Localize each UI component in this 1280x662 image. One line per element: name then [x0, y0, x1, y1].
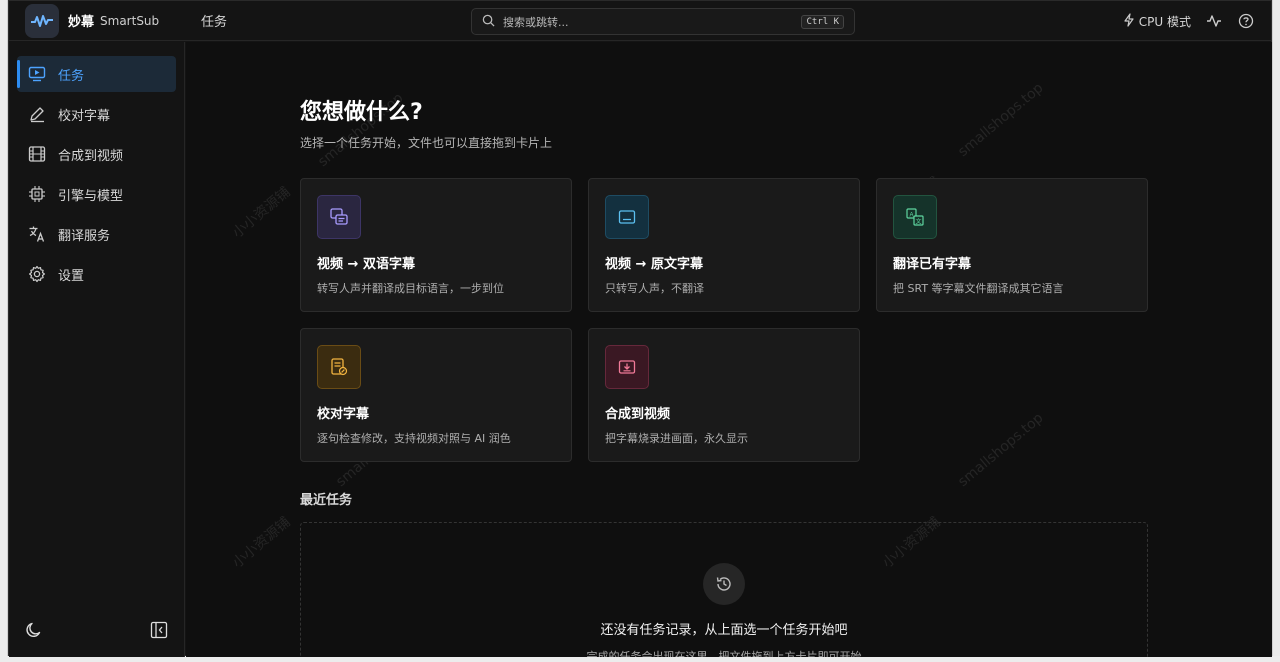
main-content: smallshops.top 小小资源铺 smallshops.top 小小资源…: [186, 42, 1272, 657]
sidebar-item-tasks[interactable]: 任务: [17, 56, 176, 92]
collapse-sidebar-icon[interactable]: [150, 621, 168, 639]
sidebar-item-label: 翻译服务: [58, 228, 111, 244]
empty-state-description: 完成的任务会出现在这里，把文件拖到上方卡片即可开始: [586, 650, 862, 657]
task-cards: 视频 → 双语字幕 转写人声并翻译成目标语言，一步到位 视频 → 原文字幕 只转…: [300, 178, 1148, 462]
monitor-icon: [27, 64, 47, 84]
card-title: 翻译已有字幕: [893, 257, 972, 272]
search-icon: [482, 12, 495, 31]
card-description: 只转写人声，不翻译: [605, 282, 704, 295]
card-title: 视频 → 原文字幕: [605, 257, 703, 272]
mode-button[interactable]: CPU 模式: [1123, 12, 1191, 30]
card-title: 视频 → 双语字幕: [317, 257, 415, 272]
sidebar-item-proofread[interactable]: 校对字幕: [17, 96, 176, 132]
top-bar: 妙幕 SmartSub 任务 搜索或跳转... Ctrl K CPU 模式: [9, 1, 1271, 41]
burn-icon: [605, 345, 649, 389]
empty-state-title: 还没有任务记录，从上面选一个任务开始吧: [600, 623, 848, 638]
card-description: 转写人声并翻译成目标语言，一步到位: [317, 282, 504, 295]
search-input[interactable]: 搜索或跳转... Ctrl K: [471, 8, 855, 35]
bilingual-icon: [317, 195, 361, 239]
translate-icon: [27, 224, 47, 244]
task-card-proofread[interactable]: 校对字幕 逐句检查修改，支持视频对照与 AI 润色: [300, 328, 572, 462]
sidebar-nav: 任务 校对字幕 合成到视频 引擎与模型 翻译服务 设置: [9, 42, 184, 292]
recent-tasks-heading: 最近任务: [300, 493, 353, 508]
top-right-controls: CPU 模式: [1123, 1, 1255, 41]
app-subtitle: SmartSub: [100, 13, 160, 28]
sidebar-item-compose[interactable]: 合成到视频: [17, 136, 176, 172]
help-icon[interactable]: [1237, 12, 1255, 30]
recent-tasks-empty-state: 还没有任务记录，从上面选一个任务开始吧 完成的任务会出现在这里，把文件拖到上方卡…: [300, 522, 1148, 657]
app-name: 妙幕: [68, 15, 95, 30]
svg-text:文: 文: [915, 217, 921, 225]
card-title: 合成到视频: [605, 407, 671, 422]
moon-icon[interactable]: [25, 621, 43, 639]
card-title: 校对字幕: [317, 407, 370, 422]
svg-text:A: A: [909, 212, 913, 218]
sidebar-item-label: 合成到视频: [58, 148, 124, 164]
task-card-translate[interactable]: A文 翻译已有字幕 把 SRT 等字幕文件翻译成其它语言: [876, 178, 1148, 312]
sidebar-item-label: 引擎与模型: [58, 188, 124, 204]
sidebar: 任务 校对字幕 合成到视频 引擎与模型 翻译服务 设置: [9, 42, 185, 657]
translate-icon: A文: [893, 195, 937, 239]
mode-label: CPU 模式: [1138, 14, 1191, 29]
search-placeholder: 搜索或跳转...: [503, 15, 569, 29]
sidebar-item-label: 任务: [58, 68, 85, 84]
card-description: 把字幕烧录进画面，永久显示: [605, 432, 748, 445]
window-left-edge: [0, 0, 8, 662]
sidebar-item-label: 校对字幕: [58, 108, 111, 124]
pen-icon: [27, 104, 47, 124]
film-icon: [27, 144, 47, 164]
chip-icon: [27, 184, 47, 204]
page-title: 您想做什么?: [300, 100, 423, 125]
task-card-burn[interactable]: 合成到视频 把字幕烧录进画面，永久显示: [588, 328, 860, 462]
sidebar-item-engines[interactable]: 引擎与模型: [17, 176, 176, 212]
task-picker: 您想做什么? 选择一个任务开始，文件也可以直接拖到卡片上 视频 → 双语字幕 转…: [300, 94, 1148, 657]
watermark: 小小资源铺: [229, 184, 294, 242]
history-icon: [703, 563, 745, 605]
watermark: 小小资源铺: [229, 514, 294, 572]
edit-doc-icon: [317, 345, 361, 389]
task-card-bilingual[interactable]: 视频 → 双语字幕 转写人声并翻译成目标语言，一步到位: [300, 178, 572, 312]
card-description: 把 SRT 等字幕文件翻译成其它语言: [893, 282, 1064, 295]
task-card-original[interactable]: 视频 → 原文字幕 只转写人声，不翻译: [588, 178, 860, 312]
page-subtitle: 选择一个任务开始，文件也可以直接拖到卡片上: [300, 136, 553, 150]
activity-icon[interactable]: [1205, 12, 1223, 30]
app-logo-icon: [25, 3, 59, 38]
sidebar-item-label: 设置: [58, 268, 85, 284]
gear-icon: [27, 264, 47, 284]
sidebar-item-translation[interactable]: 翻译服务: [17, 216, 176, 252]
subtitle-icon: [605, 195, 649, 239]
brand: 妙幕 SmartSub: [9, 3, 185, 38]
lightning-icon: [1123, 12, 1135, 30]
sidebar-footer: [25, 621, 168, 639]
sidebar-item-settings[interactable]: 设置: [17, 256, 176, 292]
app-window: 妙幕 SmartSub 任务 搜索或跳转... Ctrl K CPU 模式 任务…: [8, 0, 1272, 657]
shortcut-badge: Ctrl K: [801, 14, 844, 29]
top-tab-tasks[interactable]: 任务: [201, 11, 227, 30]
card-description: 逐句检查修改，支持视频对照与 AI 润色: [317, 432, 511, 445]
window-right-edge: [1272, 0, 1280, 662]
